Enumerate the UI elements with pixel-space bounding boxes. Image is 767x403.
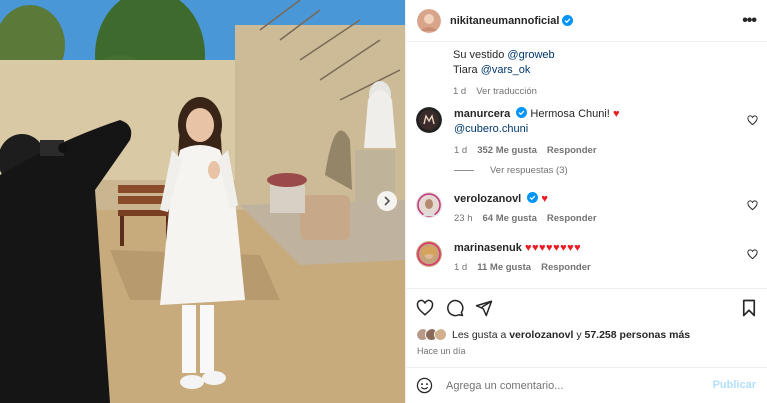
see-translation-button[interactable]: Ver traducción — [476, 86, 537, 97]
comment-time: 23 h — [454, 213, 473, 224]
comment-username[interactable]: manurcera — [454, 108, 510, 120]
comment-username[interactable]: marinasenuk — [454, 242, 522, 254]
comment-meta: 1 d 352 Me gusta Responder — [454, 143, 620, 158]
bookmark-icon[interactable] — [740, 299, 758, 317]
caption-meta: 1 d Ver traducción — [453, 84, 555, 99]
likes-summary: Les gusta a verolozanovl y 57.258 person… — [416, 328, 690, 341]
view-replies-button[interactable]: Ver respuestas (3) — [454, 165, 568, 176]
commenter-avatar[interactable] — [416, 192, 442, 218]
post-header: nikitaneumannoficial ••• — [406, 0, 767, 42]
author-avatar[interactable] — [417, 8, 441, 33]
red-hearts-emoji: ♥♥♥♥♥♥♥♥ — [524, 242, 582, 254]
publish-button[interactable]: Publicar — [713, 379, 756, 391]
heart-icon[interactable] — [747, 115, 758, 126]
next-image-button[interactable] — [377, 191, 397, 211]
more-options-icon[interactable]: ••• — [742, 12, 757, 30]
emoji-icon[interactable] — [416, 377, 433, 394]
add-comment-bar: Publicar — [406, 367, 767, 403]
chevron-right-icon — [384, 196, 391, 206]
comment-body: manurcera Hermosa Chuni! ♥ @cubero.chuni… — [454, 107, 620, 158]
like-heart-icon[interactable] — [416, 299, 434, 317]
likes-count[interactable]: 57.258 personas más — [585, 329, 691, 341]
caption-time: 1 d — [453, 86, 467, 97]
verified-badge-icon — [516, 107, 528, 118]
likes-text: Les gusta a verolozanovl y 57.258 person… — [452, 328, 691, 341]
liker-username[interactable]: verolozanovl — [509, 329, 573, 341]
verified-badge-icon — [562, 15, 574, 26]
comment-likes-count[interactable]: 352 Me gusta — [477, 145, 537, 156]
caption-line: Tiara @vars_ok — [453, 64, 531, 76]
instagram-post-view: nikitaneumannoficial ••• Su vestido @gro… — [0, 0, 767, 403]
post-caption: Su vestido @groweb Tiara @vars_ok 1 d Ver… — [453, 48, 555, 99]
post-action-bar — [406, 288, 767, 328]
red-heart-emoji: ♥ — [541, 193, 549, 205]
photo-scene — [0, 0, 405, 403]
commenter-avatar[interactable] — [416, 107, 442, 133]
mention-link[interactable]: @cubero.chuni — [454, 123, 528, 135]
mention-link[interactable]: @vars_ok — [481, 64, 531, 76]
comment-likes-count[interactable]: 64 Me gusta — [483, 213, 537, 224]
reply-button[interactable]: Responder — [547, 145, 597, 156]
share-icon[interactable] — [475, 299, 493, 317]
comment-meta: 1 d 11 Me gusta Responder — [454, 260, 601, 275]
comment-input[interactable] — [446, 376, 696, 396]
comment-time: 1 d — [454, 145, 468, 156]
heart-icon[interactable] — [747, 200, 758, 211]
liker-avatar — [434, 328, 447, 341]
comment-username[interactable]: verolozanovl — [454, 193, 521, 205]
reply-button[interactable]: Responder — [547, 213, 597, 224]
comment-text: Hermosa Chuni! — [530, 108, 610, 120]
reply-button[interactable]: Responder — [541, 262, 591, 273]
commenter-avatar[interactable] — [416, 241, 442, 267]
comment-meta: 23 h 64 Me gusta Responder — [454, 211, 607, 226]
caption-line: Su vestido @groweb — [453, 49, 555, 61]
red-heart-emoji: ♥ — [612, 108, 620, 120]
post-photo[interactable] — [0, 0, 405, 403]
comment-body: marinasenuk ♥♥♥♥♥♥♥♥ 1 d 11 Me gusta Respo… — [454, 241, 601, 275]
heart-icon[interactable] — [747, 249, 758, 260]
author-username[interactable]: nikitaneumannoficial — [450, 15, 559, 27]
mention-link[interactable]: @groweb — [507, 49, 554, 61]
replies-divider — [454, 170, 474, 171]
verified-badge-icon — [527, 192, 539, 203]
comment-time: 1 d — [454, 262, 468, 273]
post-timestamp[interactable]: Hace un día — [417, 346, 466, 356]
comment-icon[interactable] — [446, 299, 464, 317]
comment-likes-count[interactable]: 11 Me gusta — [477, 262, 531, 273]
comment-body: verolozanovl ♥ 23 h 64 Me gusta Responder — [454, 192, 607, 226]
post-side-panel: nikitaneumannoficial ••• Su vestido @gro… — [405, 0, 767, 403]
